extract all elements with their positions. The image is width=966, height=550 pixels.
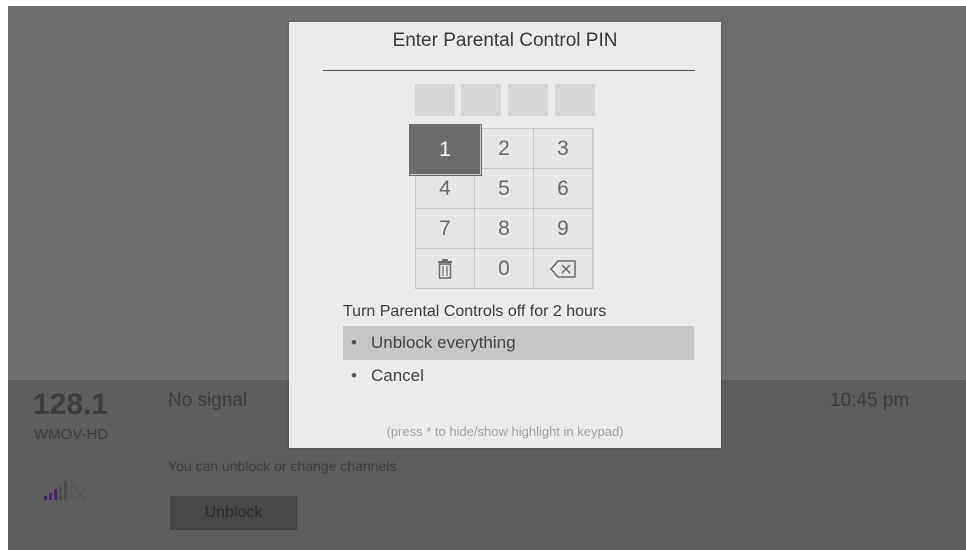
channel-number: 128.1: [33, 388, 109, 421]
keypad-key-0[interactable]: 0: [475, 249, 534, 289]
dialog-title: Enter Parental Control PIN: [392, 30, 618, 51]
timeout-heading: Turn Parental Controls off for 2 hours: [343, 303, 607, 320]
channel-name: WMOV-HD: [34, 426, 109, 443]
option-cancel[interactable]: • Cancel: [343, 359, 694, 393]
keypad-key-2[interactable]: 2: [475, 129, 534, 169]
keypad-key-9[interactable]: 9: [534, 209, 593, 249]
option-label: Unblock everything: [371, 333, 516, 352]
keypad-key-6[interactable]: 6: [534, 169, 593, 209]
signal-status: No signal: [168, 390, 248, 411]
keypad-key-7[interactable]: 7: [416, 209, 475, 249]
pin-keypad: 1 2 3 4 5 6 7 8 9 0: [410, 125, 594, 289]
clock-time: 10:45 pm: [830, 390, 910, 411]
backspace-icon: [550, 259, 576, 278]
keypad-key-8[interactable]: 8: [475, 209, 534, 249]
option-label: Cancel: [371, 366, 424, 385]
pin-digit-box: [461, 84, 501, 116]
keypad-hint: (press * to hide/show highlight in keypa…: [386, 424, 624, 439]
signal-strength-icon: [44, 480, 87, 501]
pin-digit-box: [555, 84, 595, 116]
keypad-key-clear[interactable]: [416, 249, 475, 289]
unblock-button[interactable]: Unblock: [170, 496, 297, 530]
keypad-key-1[interactable]: 1: [410, 125, 481, 175]
unblock-message: You can unblock or change channels.: [168, 458, 401, 474]
keypad-key-3[interactable]: 3: [534, 129, 593, 169]
parental-pin-dialog: Enter Parental Control PIN 1 2 3 4 5 6 7…: [289, 22, 721, 448]
pin-digit-box: [415, 84, 455, 116]
pin-digit-box: [508, 84, 548, 116]
keypad-key-backspace[interactable]: [534, 249, 593, 289]
trash-icon: [438, 258, 452, 279]
bullet-icon: •: [351, 333, 357, 352]
keypad-key-5[interactable]: 5: [475, 169, 534, 209]
title-divider: [323, 70, 695, 71]
bullet-icon: •: [351, 366, 357, 385]
option-unblock-everything[interactable]: • Unblock everything: [343, 326, 694, 360]
keypad-key-4[interactable]: 4: [416, 169, 475, 209]
